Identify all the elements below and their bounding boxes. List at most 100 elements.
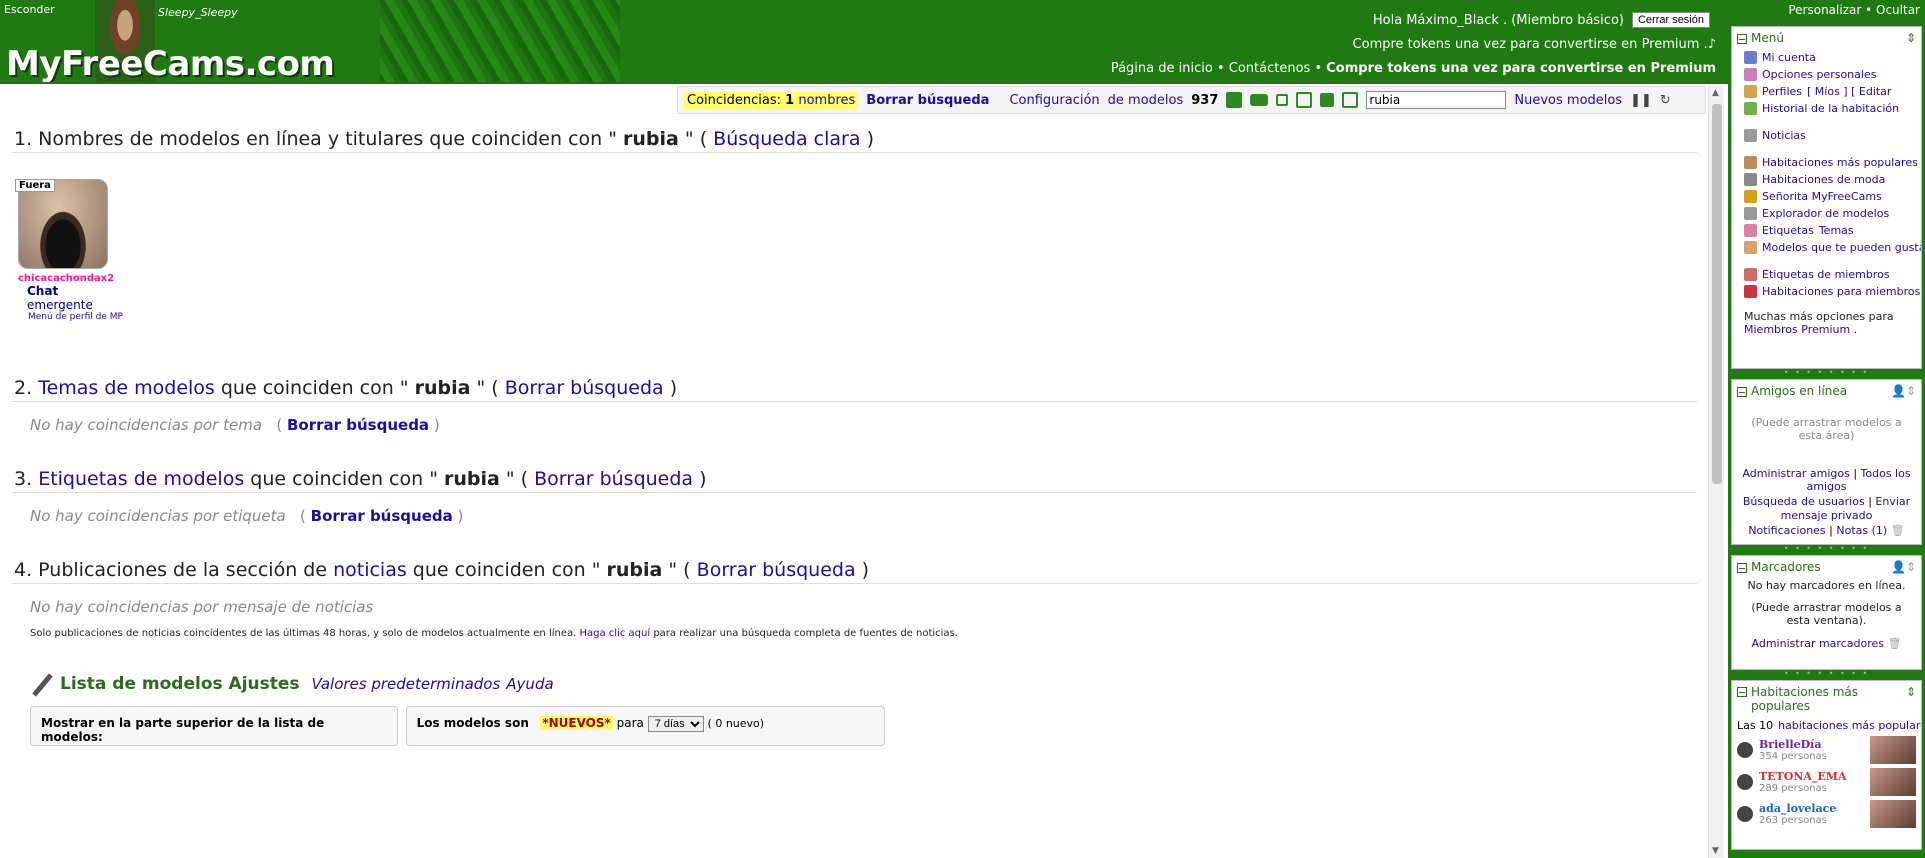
sidebar-item-label[interactable]: Perfiles [1762, 85, 1802, 98]
model-name[interactable]: chicacachondax2 [15, 273, 125, 284]
sidebar-item-9[interactable]: Explorador de modelos [1732, 205, 1921, 222]
move-icon[interactable]: ⇕ [1906, 685, 1916, 713]
sidebar-item-label[interactable]: Explorador de modelos [1762, 207, 1889, 220]
friends-panel-header[interactable]: Amigos en línea 👤⇕ [1732, 380, 1921, 402]
nav-contacts-link[interactable]: Contáctenos [1229, 61, 1311, 76]
sidebar-item-label[interactable]: Habitaciones para miembros [1762, 285, 1920, 298]
menu-panel-header[interactable]: Menú ⇕ [1732, 27, 1921, 49]
manage-bookmarks-link[interactable]: Administrar marcadores [1752, 637, 1884, 650]
popular-room-item[interactable]: TETONA_EMA 289 personas [1732, 766, 1921, 798]
video-camera-icon[interactable] [1250, 94, 1269, 106]
topics-link[interactable]: Temas de modelos [38, 377, 215, 399]
manage-friends-link[interactable]: Administrar amigos [1742, 467, 1849, 480]
site-logo[interactable]: MyFreeCams.com [6, 44, 335, 82]
sidebar-item-extra[interactable]: Temas [1819, 224, 1854, 237]
sidebar-item-label[interactable]: Noticias [1762, 129, 1806, 142]
search-input[interactable] [1366, 91, 1507, 109]
logout-button[interactable]: Cerrar sesión [1631, 12, 1710, 28]
models-link[interactable]: de modelos [1108, 93, 1184, 108]
trash-icon[interactable]: 🗑 [1891, 524, 1905, 537]
full-news-search-link[interactable]: Haga clic aquí [580, 628, 651, 639]
nav-buy-tokens-link[interactable]: Compre tokens una vez para convertirse e… [1326, 61, 1716, 76]
hide-header-link[interactable]: Esconder [4, 3, 55, 16]
sidebar-item-label[interactable]: Señorita MyFreeCams [1762, 190, 1882, 203]
clear-search-link-4[interactable]: Borrar búsqueda [697, 559, 856, 581]
hide-sidebar-link[interactable]: Ocultar [1876, 3, 1920, 17]
pause-icon[interactable]: ❚❚ [1630, 93, 1652, 108]
clear-search-link-3b[interactable]: Borrar búsqueda [311, 507, 453, 525]
room-thumbnail[interactable] [1870, 768, 1916, 796]
premium-link[interactable]: Premium [1642, 37, 1700, 52]
sidebar-item-5[interactable]: Noticias [1732, 127, 1921, 144]
sidebar-item-6[interactable]: Habitaciones más populares [1732, 154, 1921, 171]
refresh-icon[interactable]: ↻ [1660, 93, 1671, 108]
sidebar-item-4[interactable]: Historial de la habitación [1732, 100, 1921, 117]
member-name-link[interactable]: Máximo_Black [1406, 13, 1499, 28]
scroll-up-icon[interactable]: ▲ [1712, 88, 1719, 98]
sidebar-item-label[interactable]: Modelos que te pueden gustar [1762, 241, 1921, 254]
sidebar-item-7[interactable]: Habitaciones de moda [1732, 171, 1921, 188]
popular-rooms-header[interactable]: Habitaciones más populares ⇕ [1732, 681, 1921, 717]
defaults-link[interactable]: Valores predeterminados [312, 675, 501, 693]
scroll-thumb[interactable] [1712, 104, 1722, 484]
sidebar-item-extra[interactable]: [ Míos ] [ Editar [1807, 85, 1891, 98]
help-link[interactable]: Ayuda [506, 675, 553, 693]
sidebar-item-2[interactable]: Opciones personales [1732, 66, 1921, 83]
popup-window-icon[interactable] [1276, 94, 1289, 106]
sidebar-item-3[interactable]: Perfiles [ Míos ] [ Editar [1732, 83, 1921, 100]
room-name[interactable]: TETONA_EMA [1759, 770, 1847, 783]
clear-search-link-3[interactable]: Borrar búsqueda [534, 468, 693, 490]
room-name[interactable]: BrielleDía [1759, 738, 1827, 751]
popular-room-item[interactable]: ada_lovelace 263 personas [1732, 798, 1921, 830]
sidebar-item-label[interactable]: Habitaciones más populares [1762, 156, 1918, 169]
top10-link[interactable]: habitaciones más populares [1778, 719, 1921, 732]
scroll-down-icon[interactable]: ▼ [1712, 846, 1719, 856]
notes-link[interactable]: Notas (1) [1836, 524, 1887, 537]
trash-icon[interactable]: 🗑 [1888, 637, 1902, 650]
sidebar-item-label[interactable]: Opciones personales [1762, 68, 1876, 81]
sidebar-item-10[interactable]: Etiquetas Temas [1732, 222, 1921, 239]
move-icon[interactable]: ⇕ [1906, 31, 1916, 45]
main-scrollbar[interactable]: ▲ ▼ [1708, 86, 1724, 858]
sidebar-item-label[interactable]: Historial de la habitación [1762, 102, 1899, 115]
chat-popup-link[interactable]: Chat emergente [15, 284, 125, 312]
grid-small-icon[interactable] [1296, 92, 1313, 108]
model-card[interactable]: Fuera chicacachondax2 Chat emergente Men… [15, 179, 125, 322]
notifications-link[interactable]: Notificaciones [1748, 524, 1825, 537]
tags-link[interactable]: Etiquetas de modelos [38, 468, 244, 490]
room-name[interactable]: ada_lovelace [1759, 802, 1836, 815]
premium-members-link[interactable]: Miembros Premium [1744, 323, 1850, 336]
sidebar-item-12[interactable]: Etiquetas de miembros [1732, 266, 1921, 283]
config-link[interactable]: Configuración [1009, 93, 1099, 108]
sidebar-item-1[interactable]: Mi cuenta [1732, 49, 1921, 66]
grid-large-icon[interactable] [1320, 93, 1335, 107]
news-link[interactable]: noticias [333, 559, 407, 581]
model-thumbnail[interactable] [18, 179, 108, 269]
clear-search-link-2b[interactable]: Borrar búsqueda [287, 416, 429, 434]
days-select[interactable]: 7 días [647, 716, 704, 732]
room-thumbnail[interactable] [1870, 736, 1916, 764]
clear-search-link-2[interactable]: Borrar búsqueda [505, 377, 664, 399]
sidebar-item-8[interactable]: Señorita MyFreeCams [1732, 188, 1921, 205]
clear-search-link-1[interactable]: Búsqueda clara [713, 128, 860, 150]
profile-view-icon[interactable] [1226, 92, 1243, 108]
sidebar-item-label[interactable]: Habitaciones de moda [1762, 173, 1885, 186]
popular-room-item[interactable]: BrielleDía 354 personas [1732, 734, 1921, 766]
model-list-settings-title: Lista de modelos Ajustes Valores predete… [30, 672, 554, 696]
new-models-link[interactable]: Nuevos modelos [1514, 93, 1622, 108]
nav-page-link[interactable]: Página [1111, 61, 1154, 76]
match-names-link[interactable]: nombres [798, 93, 855, 108]
personalize-link[interactable]: Personalizar [1788, 3, 1861, 17]
sidebar-item-label[interactable]: Etiquetas [1762, 224, 1814, 237]
list-view-icon[interactable] [1342, 92, 1359, 108]
sidebar-item-label[interactable]: Mi cuenta [1762, 51, 1816, 64]
sidebar-item-11[interactable]: Modelos que te pueden gustar [1732, 239, 1921, 256]
bookmarks-panel-header[interactable]: Marcadores 👤⇕ [1732, 556, 1921, 578]
room-thumbnail[interactable] [1870, 800, 1916, 828]
clear-search-link[interactable]: Borrar búsqueda [866, 93, 989, 108]
user-search-link[interactable]: Búsqueda de usuarios [1743, 495, 1865, 508]
sidebar-item-13[interactable]: Habitaciones para miembros [1732, 283, 1921, 300]
buy-tokens-link[interactable]: Compre tokens [1353, 37, 1451, 52]
sidebar-item-label[interactable]: Etiquetas de miembros [1762, 268, 1890, 281]
profile-menu-link[interactable]: Menú de perfil de MP [15, 312, 125, 322]
